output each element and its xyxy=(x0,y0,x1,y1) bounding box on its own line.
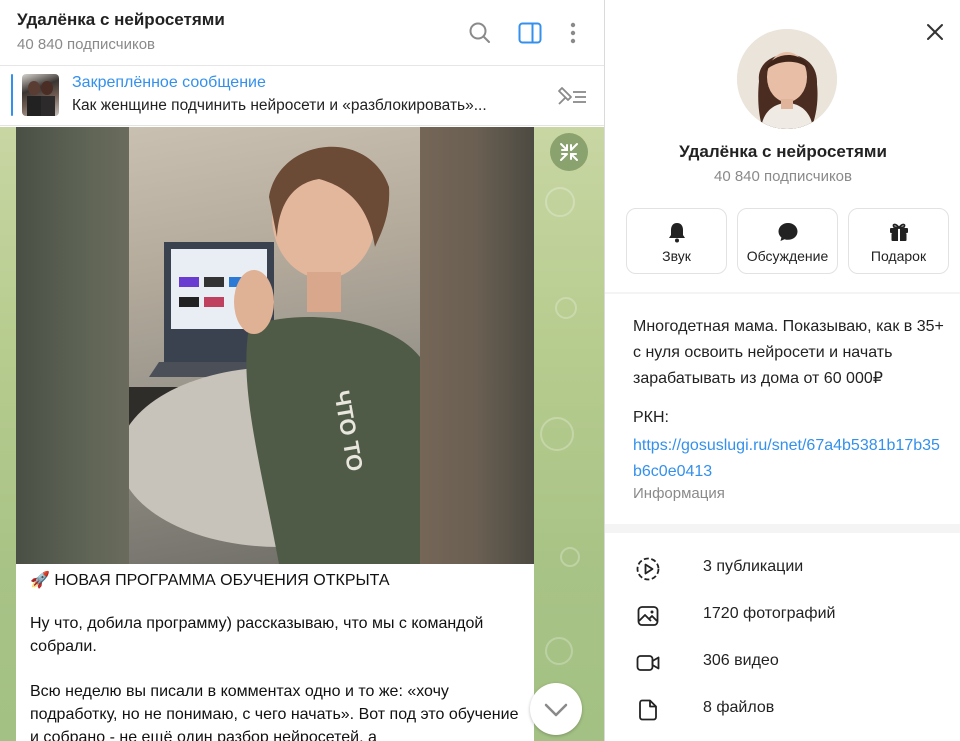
gift-icon xyxy=(890,223,908,241)
chat-bubble-icon xyxy=(778,223,798,241)
chevron-down-icon xyxy=(544,703,568,717)
media-stats-list: 3 публикации 1720 фотографий 306 видео 8… xyxy=(605,533,960,741)
search-icon[interactable] xyxy=(467,20,493,46)
post-paragraph: Ну что, добила программу) рассказываю, ч… xyxy=(30,615,484,655)
profile-subscribers: 40 840 подписчиков xyxy=(713,168,852,185)
stat-videos[interactable]: 306 видео xyxy=(605,639,960,686)
scroll-down-button[interactable] xyxy=(530,683,582,735)
chat-header[interactable]: Удалёнка с нейросетями 40 840 подписчико… xyxy=(0,0,604,66)
avatar[interactable] xyxy=(737,29,837,129)
stat-label: 8 файлов xyxy=(703,699,775,716)
post-paragraph: Всю неделю вы писали в комментах одно и … xyxy=(30,683,519,741)
close-icon[interactable] xyxy=(923,20,947,44)
info-caption: Информация xyxy=(633,485,725,502)
mute-button[interactable]: Звук xyxy=(626,208,727,274)
gift-label: Подарок xyxy=(870,248,927,264)
stat-photos[interactable]: 1720 фотографий xyxy=(605,592,960,639)
stories-icon xyxy=(636,557,660,581)
post-media[interactable]: ЧТО ТО xyxy=(16,127,534,564)
pinned-title: Закреплённое сообщение xyxy=(72,74,266,91)
rkn-link[interactable]: https://gosuslugi.ru/snet/67a4b5381b17b3… xyxy=(633,433,948,485)
channel-post: ЧТО ТО 🚀 НОВАЯ ПРОГРАММА ОБУЧЕНИЯ ОТКРЫТ… xyxy=(16,127,534,741)
sidebar-toggle-icon[interactable] xyxy=(517,20,543,46)
stat-label: 306 видео xyxy=(703,652,779,669)
discussion-label: Обсуждение xyxy=(746,248,829,264)
pinned-message-bar[interactable]: Закреплённое сообщение Как женщине подчи… xyxy=(0,66,604,126)
expand-media-button[interactable] xyxy=(550,133,588,171)
media-blur-right xyxy=(420,127,534,564)
profile-name: Удалёнка с нейросетями xyxy=(679,142,887,161)
media-blur-left xyxy=(16,127,129,564)
collapse-arrows-icon xyxy=(560,143,578,161)
post-headline: 🚀 НОВАЯ ПРОГРАММА ОБУЧЕНИЯ ОТКРЫТА xyxy=(30,572,390,589)
discussion-button[interactable]: Обсуждение xyxy=(737,208,838,274)
profile-description: Многодетная мама. Показываю, как в 35+ с… xyxy=(633,318,944,387)
post-text: 🚀 НОВАЯ ПРОГРАММА ОБУЧЕНИЯ ОТКРЫТА Ну чт… xyxy=(30,569,520,741)
profile-panel: Удалёнка с нейросетями 40 840 подписчико… xyxy=(604,0,960,741)
profile-info: Многодетная мама. Показываю, как в 35+ с… xyxy=(605,294,960,524)
bell-icon xyxy=(669,223,685,243)
chat-pane: Удалёнка с нейросетями 40 840 подписчико… xyxy=(0,0,604,741)
post-video[interactable]: ЧТО ТО xyxy=(129,127,420,564)
pinned-text: Как женщине подчинить нейросети и «разбл… xyxy=(72,97,487,114)
stat-files[interactable]: 8 файлов xyxy=(605,686,960,733)
channel-subscribers: 40 840 подписчиков xyxy=(17,36,156,53)
photo-icon xyxy=(637,606,659,626)
rkn-label: РКН: xyxy=(633,409,669,426)
gift-button[interactable]: Подарок xyxy=(848,208,949,274)
pinned-thumbnail xyxy=(22,74,59,116)
stat-publications[interactable]: 3 публикации xyxy=(605,545,960,592)
file-icon xyxy=(639,699,657,721)
channel-title[interactable]: Удалёнка с нейросетями xyxy=(17,10,225,30)
pinned-list-icon[interactable] xyxy=(553,82,589,110)
more-options-icon[interactable] xyxy=(560,20,586,46)
profile-header: Удалёнка с нейросетями 40 840 подписчико… xyxy=(605,0,960,292)
pinned-indicator xyxy=(11,74,13,116)
video-icon xyxy=(636,655,660,671)
stat-label: 1720 фотографий xyxy=(703,605,836,622)
mute-label: Звук xyxy=(662,248,691,264)
stat-label: 3 публикации xyxy=(703,558,804,575)
